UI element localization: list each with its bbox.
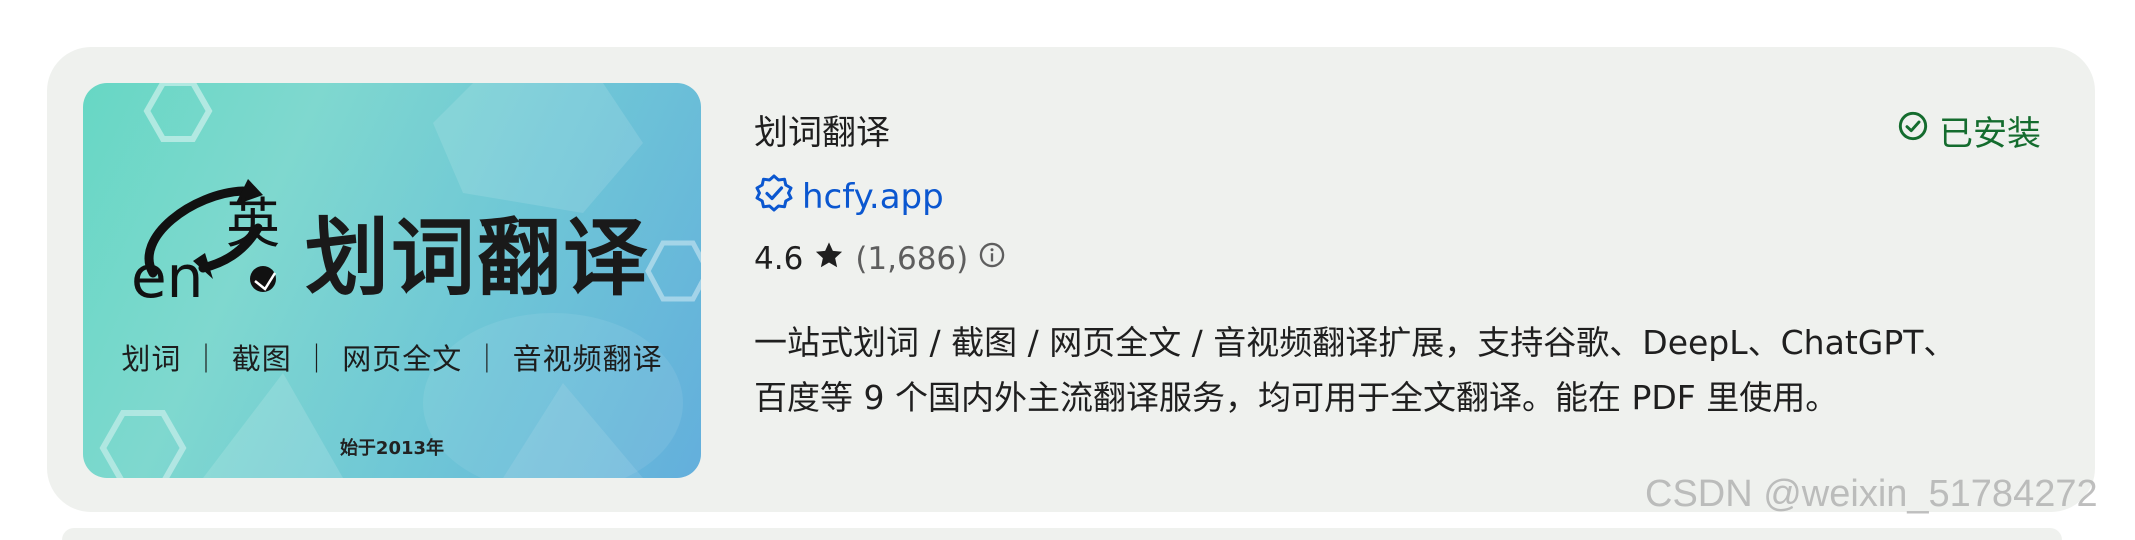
- thumbnail-since: 始于2013年: [339, 438, 445, 459]
- thumbnail-subtitle: 划词 ｜ 截图 ｜ 网页全文 ｜ 音视频翻译: [121, 342, 663, 376]
- extension-info: 划词翻译 hcfy.app 4.6 (1,686) 一站式划词 / 截图 / 网…: [754, 47, 2095, 512]
- description-line-2: 百度等 9 个国内外主流翻译服务，均可用于全文翻译。能在 PDF 里使用。: [754, 378, 1839, 417]
- extension-name[interactable]: 划词翻译: [754, 105, 890, 154]
- installed-label: 已安装: [1939, 113, 2041, 154]
- star-icon: [813, 239, 845, 279]
- thumbnail-title: 划词翻译: [305, 209, 650, 307]
- verified-badge-icon: [754, 173, 794, 222]
- watermark: CSDN @weixin_51784272: [1645, 473, 2098, 515]
- thumbnail-en-text: en: [131, 243, 204, 311]
- publisher-link[interactable]: hcfy.app: [754, 174, 944, 220]
- check-circle-icon: [1897, 110, 1929, 151]
- extension-description: 一站式划词 / 截图 / 网页全文 / 音视频翻译扩展，支持谷歌、DeepL、C…: [754, 315, 2054, 425]
- thumbnail-ying-text: 英: [226, 192, 280, 255]
- next-card-edge: [62, 528, 2062, 540]
- extension-card[interactable]: 英 en 划词翻译 划词 ｜ 截图 ｜ 网页全文 ｜ 音视频翻译 始于2013年…: [47, 47, 2095, 512]
- rating: 4.6 (1,686): [754, 237, 1006, 281]
- publisher-label: hcfy.app: [802, 177, 944, 217]
- installed-status: 已安装: [1897, 107, 2041, 154]
- extension-thumbnail: 英 en 划词翻译 划词 ｜ 截图 ｜ 网页全文 ｜ 音视频翻译 始于2013年: [83, 83, 701, 478]
- rating-count: (1,686): [855, 241, 969, 277]
- description-line-1: 一站式划词 / 截图 / 网页全文 / 音视频翻译扩展，支持谷歌、DeepL、C…: [754, 323, 1957, 362]
- rating-value: 4.6: [754, 241, 804, 277]
- info-icon[interactable]: [978, 241, 1006, 277]
